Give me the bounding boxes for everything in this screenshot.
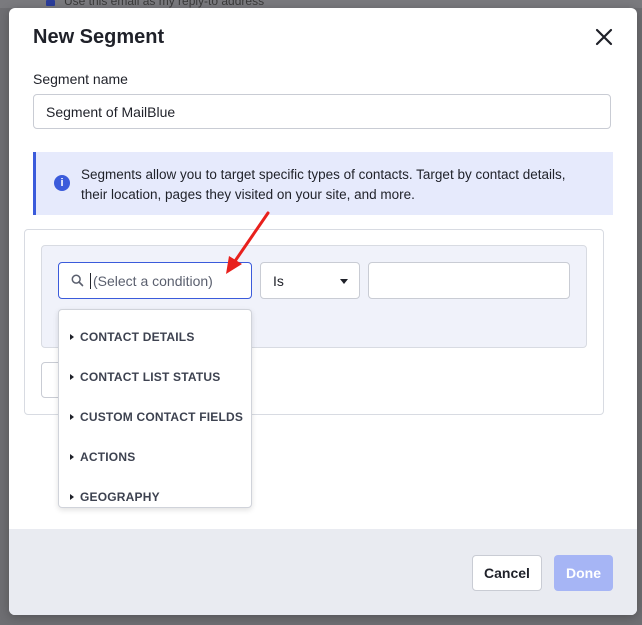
modal-footer: Cancel Done — [9, 529, 637, 615]
done-button[interactable]: Done — [554, 555, 613, 591]
close-icon — [595, 28, 613, 46]
search-icon — [71, 274, 84, 287]
segment-name-input[interactable] — [33, 94, 611, 129]
dropdown-item-label: CONTACT LIST STATUS — [80, 370, 221, 384]
reply-to-label: Use this email as my reply-to address — [64, 0, 265, 8]
caret-right-icon — [70, 374, 74, 380]
info-banner: i Segments allow you to target specific … — [33, 152, 613, 215]
caret-right-icon — [70, 494, 74, 500]
condition-dropdown: CONTACT DETAILS CONTACT LIST STATUS CUST… — [58, 309, 252, 508]
condition-value-input[interactable] — [368, 262, 570, 299]
dropdown-item-label: GEOGRAPHY — [80, 490, 160, 504]
dropdown-item-label: ACTIONS — [80, 450, 136, 464]
info-text: Segments allow you to target specific ty… — [81, 167, 566, 202]
info-icon: i — [54, 175, 70, 191]
dropdown-item-contact-list-status[interactable]: CONTACT LIST STATUS — [59, 358, 251, 398]
caret-right-icon — [70, 414, 74, 420]
segment-name-label: Segment name — [33, 71, 128, 87]
dropdown-item-actions[interactable]: ACTIONS — [59, 438, 251, 478]
text-cursor — [90, 273, 91, 289]
operator-select[interactable]: Is — [260, 262, 360, 299]
dropdown-item-custom-contact-fields[interactable]: CUSTOM CONTACT FIELDS — [59, 398, 251, 438]
dropdown-item-label: CUSTOM CONTACT FIELDS — [80, 410, 244, 424]
caret-right-icon — [70, 454, 74, 460]
background-page: Use this email as my reply-to address — [0, 0, 642, 8]
dropdown-item-contact-details[interactable]: CONTACT DETAILS — [59, 318, 251, 358]
caret-right-icon — [70, 334, 74, 340]
reply-to-checkbox — [46, 0, 55, 6]
chevron-down-icon — [340, 279, 348, 284]
dropdown-item-geography[interactable]: GEOGRAPHY — [59, 478, 251, 518]
cancel-button[interactable]: Cancel — [472, 555, 542, 591]
condition-select[interactable]: (Select a condition) — [58, 262, 252, 299]
modal-title: New Segment — [33, 26, 165, 48]
operator-value: Is — [273, 273, 284, 289]
condition-placeholder: (Select a condition) — [93, 273, 213, 289]
dropdown-item-label: CONTACT DETAILS — [80, 330, 195, 344]
close-button[interactable] — [592, 25, 616, 49]
